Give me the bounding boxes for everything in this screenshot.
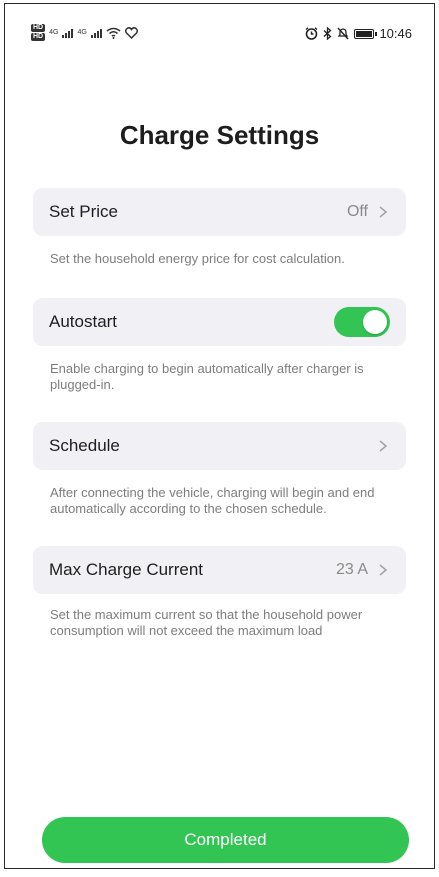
autostart-row: Autostart bbox=[33, 298, 406, 346]
network-type-label: 4G bbox=[77, 29, 87, 36]
wifi-icon bbox=[106, 27, 121, 39]
max-current-value: 23 A bbox=[335, 561, 368, 578]
schedule-label: Schedule bbox=[49, 436, 120, 455]
alarm-icon bbox=[305, 27, 318, 40]
status-bar: HD HD 4G 4G 10:46 bbox=[5, 4, 434, 64]
autostart-description: Enable charging to begin automatically a… bbox=[50, 361, 364, 392]
network-type-label: 4G bbox=[49, 29, 59, 36]
status-left: HD HD 4G 4G bbox=[31, 24, 138, 41]
max-current-description: Set the maximum current so that the hous… bbox=[50, 607, 363, 638]
chevron-right-icon bbox=[379, 206, 388, 218]
status-time: 10:46 bbox=[379, 26, 412, 41]
hd-indicators: HD HD bbox=[31, 24, 46, 41]
max-current-row[interactable]: Max Charge Current 23 A bbox=[33, 546, 406, 594]
signal-icon bbox=[90, 27, 102, 38]
mute-icon bbox=[337, 27, 349, 40]
autostart-toggle[interactable] bbox=[334, 307, 390, 337]
chevron-right-icon bbox=[379, 440, 388, 452]
schedule-row[interactable]: Schedule bbox=[33, 422, 406, 470]
status-right: 10:46 bbox=[305, 26, 412, 41]
signal-icon bbox=[62, 27, 74, 38]
toggle-knob bbox=[363, 310, 387, 334]
heart-icon bbox=[124, 26, 138, 39]
set-price-label: Set Price bbox=[49, 202, 118, 221]
schedule-description: After connecting the vehicle, charging w… bbox=[50, 485, 375, 516]
completed-button[interactable]: Completed bbox=[42, 817, 409, 863]
set-price-value: Off bbox=[346, 203, 368, 220]
hd-badge: HD bbox=[31, 24, 46, 32]
phone-screen: HD HD 4G 4G 10:46 Charge Settings Set Pr… bbox=[4, 3, 435, 869]
max-current-label: Max Charge Current bbox=[49, 560, 204, 579]
hd-badge: HD bbox=[31, 33, 46, 41]
set-price-description: Set the household energy price for cost … bbox=[50, 251, 345, 266]
bluetooth-icon bbox=[324, 27, 332, 40]
autostart-label: Autostart bbox=[49, 312, 118, 331]
page-title: Charge Settings bbox=[119, 120, 320, 150]
battery-icon bbox=[354, 28, 378, 39]
set-price-row[interactable]: Set Price Off bbox=[33, 188, 406, 236]
chevron-right-icon bbox=[379, 564, 388, 576]
